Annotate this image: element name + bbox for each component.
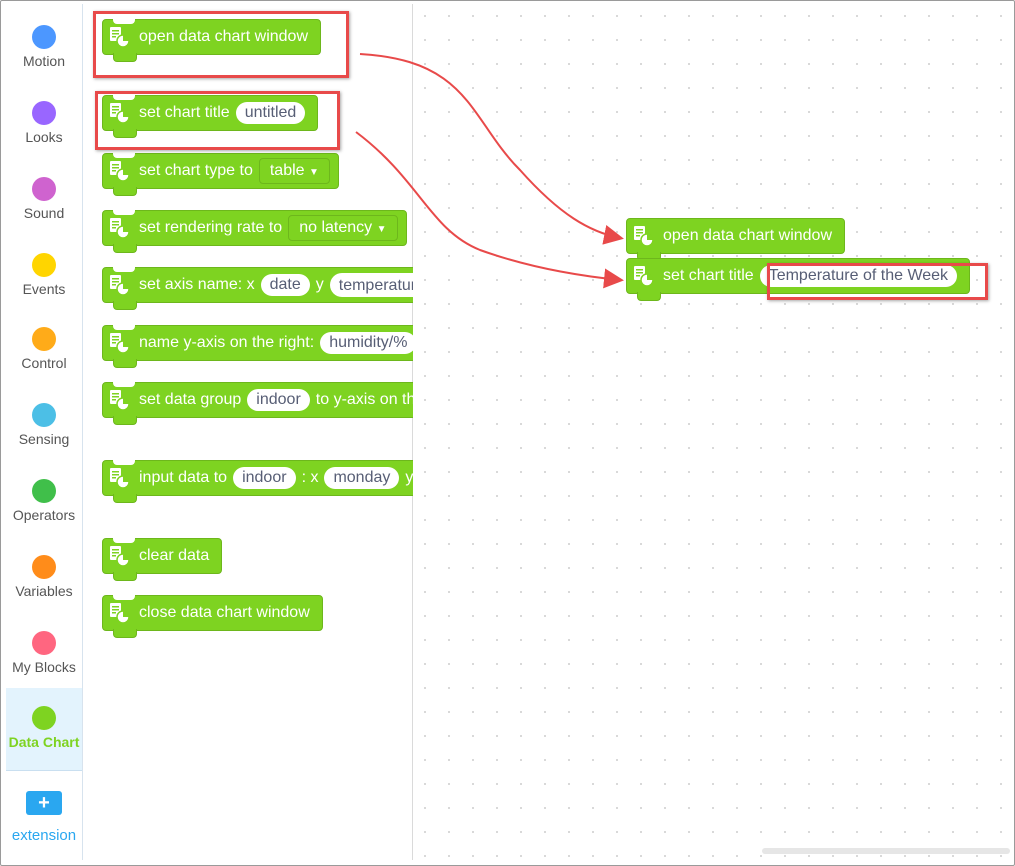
block-input[interactable]: indoor	[247, 389, 310, 411]
data-chart-icon	[633, 225, 655, 247]
caret-down-icon: ▼	[309, 167, 319, 178]
block-set-chart-title[interactable]: set chart title Temperature of the Week	[626, 258, 971, 301]
dropdown-value: no latency	[299, 219, 373, 236]
category-label: Sound	[23, 205, 65, 221]
category-label: Motion	[22, 53, 66, 69]
block-input[interactable]: Temperature of the Week	[759, 265, 958, 287]
category-variables[interactable]: Variables	[6, 555, 82, 599]
category-label: Operators	[12, 507, 76, 523]
block-dropdown[interactable]: table ▼	[258, 158, 330, 184]
block-text: set chart title	[663, 267, 754, 284]
block-clear-data[interactable]: clear data	[102, 538, 223, 581]
block-text: set chart type to	[139, 162, 253, 179]
data-chart-icon	[109, 26, 131, 48]
category-data-chart[interactable]: Data Chart	[6, 688, 82, 770]
block-text: set axis name: x	[139, 276, 255, 293]
block-dropdown[interactable]: no latency ▼	[288, 215, 398, 241]
script-canvas[interactable]: open data chart window set chart title Tem…	[413, 4, 1011, 860]
block-input[interactable]: untitled	[235, 102, 306, 124]
data-chart-icon	[109, 602, 131, 624]
category-label: Events	[22, 281, 66, 297]
category-dot-icon	[32, 403, 56, 427]
block-text: set chart title	[139, 104, 230, 121]
data-chart-icon	[109, 389, 131, 411]
block-text: input data to	[139, 469, 228, 486]
category-dot-icon	[32, 555, 56, 579]
category-motion[interactable]: Motion	[6, 25, 82, 69]
data-chart-icon	[109, 545, 131, 567]
block-text: to y-axis on the	[315, 391, 425, 408]
category-label: Variables	[15, 583, 73, 599]
block-text: : x	[301, 469, 319, 486]
category-label: Sensing	[18, 431, 70, 447]
block-input[interactable]: indoor	[233, 467, 296, 489]
data-chart-icon	[109, 332, 131, 354]
category-sidebar: + extension Motion Looks Sound Events Contro…	[6, 4, 83, 860]
data-chart-icon	[109, 102, 131, 124]
data-chart-icon	[109, 274, 131, 296]
block-text: set data group	[139, 391, 242, 408]
category-operators[interactable]: Operators	[6, 479, 82, 523]
block-set-chart-title[interactable]: set chart title untitled	[102, 95, 319, 138]
category-looks[interactable]: Looks	[6, 101, 82, 145]
category-events[interactable]: Events	[6, 253, 82, 297]
block-set-chart-type-to[interactable]: set chart type to table ▼	[102, 153, 339, 196]
block-text: clear data	[139, 547, 210, 564]
category-dot-icon	[32, 177, 56, 201]
block-open-data-chart-window[interactable]: open data chart window	[102, 19, 321, 62]
block-input[interactable]: monday	[324, 467, 400, 489]
block-text: name y-axis on the right:	[139, 334, 315, 351]
category-sensing[interactable]: Sensing	[6, 403, 82, 447]
dropdown-value: table	[269, 162, 305, 179]
category-dot-icon	[32, 25, 56, 49]
data-chart-icon	[109, 160, 131, 182]
category-dot-icon	[32, 706, 56, 730]
block-set-rendering-rate-to[interactable]: set rendering rate to no latency ▼	[102, 210, 407, 253]
category-label: Control	[21, 355, 67, 371]
category-my-blocks[interactable]: My Blocks	[6, 631, 82, 675]
extension-label: extension	[11, 827, 77, 844]
block-name-yaxis-on-the-right[interactable]: name y-axis on the right: humidity/%	[102, 325, 430, 368]
category-label: My Blocks	[12, 659, 76, 675]
block-text: y	[315, 276, 324, 293]
data-chart-icon	[109, 467, 131, 489]
category-dot-icon	[32, 479, 56, 503]
category-dot-icon	[32, 327, 56, 351]
block-text: set rendering rate to	[139, 219, 283, 236]
category-dot-icon	[32, 101, 56, 125]
block-close-data-chart-window[interactable]: close data chart window	[102, 595, 323, 638]
add-extension-icon: +	[26, 791, 62, 815]
category-dot-icon	[32, 253, 56, 277]
category-label: Looks	[25, 129, 63, 145]
block-input[interactable]: date	[260, 274, 310, 296]
category-sound[interactable]: Sound	[6, 177, 82, 221]
block-text: open data chart window	[663, 227, 832, 244]
category-dot-icon	[32, 631, 56, 655]
extension-button[interactable]: + extension	[6, 770, 82, 861]
block-text: open data chart window	[139, 28, 308, 45]
block-text: close data chart window	[139, 604, 310, 621]
category-label: Data Chart	[8, 734, 80, 750]
block-open-data-chart-window[interactable]: open data chart window	[626, 218, 845, 261]
block-palette: open data chart window set chart title unt…	[83, 4, 497, 860]
data-chart-icon	[109, 217, 131, 239]
category-control[interactable]: Control	[6, 327, 82, 371]
data-chart-icon	[633, 265, 655, 287]
caret-down-icon: ▼	[376, 224, 387, 235]
horizontal-scrollbar[interactable]	[762, 848, 1010, 854]
block-input[interactable]: humidity/%	[320, 332, 417, 354]
